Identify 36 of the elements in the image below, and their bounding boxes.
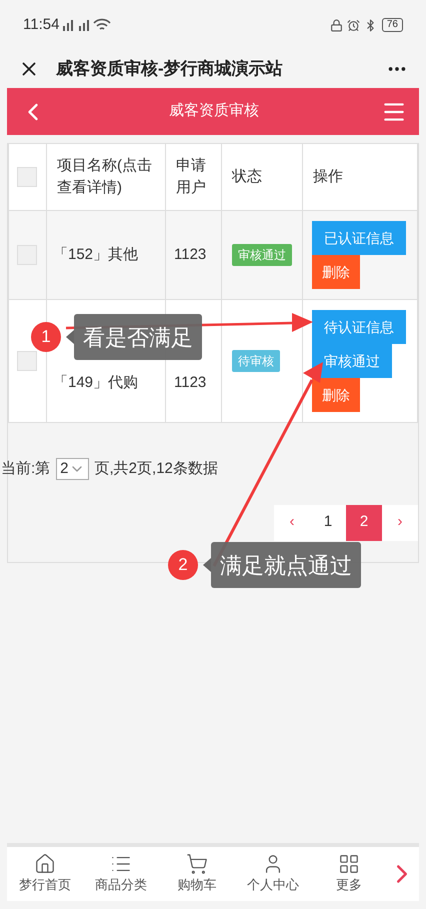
callout-label: 看是否满足 (74, 314, 202, 360)
page-select[interactable]: 2 (56, 458, 89, 480)
wifi-icon (93, 18, 112, 32)
nav-item[interactable]: 购物车 (159, 853, 235, 895)
step-number: 2 (168, 550, 198, 580)
callout-label: 满足就点通过 (211, 542, 361, 588)
nav-item[interactable]: 个人中心 (235, 853, 311, 895)
nav-item[interactable]: 梦行首页 (7, 853, 83, 895)
lock-icon (330, 18, 343, 32)
nav-item[interactable]: 更多 (311, 853, 387, 895)
status-badge: 审核通过 (232, 244, 292, 266)
checkbox[interactable] (17, 167, 37, 187)
pagination-text: 当前:第 (1, 459, 50, 479)
page-link[interactable]: 1 (310, 504, 346, 540)
checkbox[interactable] (17, 351, 37, 371)
project-link[interactable]: 「149」代购 (53, 374, 138, 390)
user-id: 1123 (174, 246, 206, 263)
page-title: 威客资质审核-梦行商城演示站 (56, 58, 284, 80)
next-page-link[interactable]: › (382, 504, 418, 540)
nav-icon (34, 853, 56, 876)
signal-icon (63, 20, 74, 30)
signal-icon (79, 20, 90, 30)
user-id: 1123 (174, 374, 206, 390)
alarm-icon (346, 18, 360, 32)
page-link[interactable]: 2 (346, 504, 382, 540)
status-time: 11:54 (23, 14, 60, 35)
nav-icon (338, 853, 360, 876)
battery-icon: 76 (382, 18, 403, 32)
pagination-text: 页,共2页,12条数据 (94, 459, 218, 479)
previous-page-link[interactable]: ‹ (274, 504, 310, 540)
status-badge: 待审核 (232, 350, 280, 372)
project-link[interactable]: 「152」其他 (53, 246, 138, 263)
header-title: 威客资质审核 (168, 101, 260, 122)
nav-icon (186, 853, 208, 876)
checkbox[interactable] (17, 245, 37, 265)
nav-item[interactable]: 商品分类 (83, 853, 159, 895)
